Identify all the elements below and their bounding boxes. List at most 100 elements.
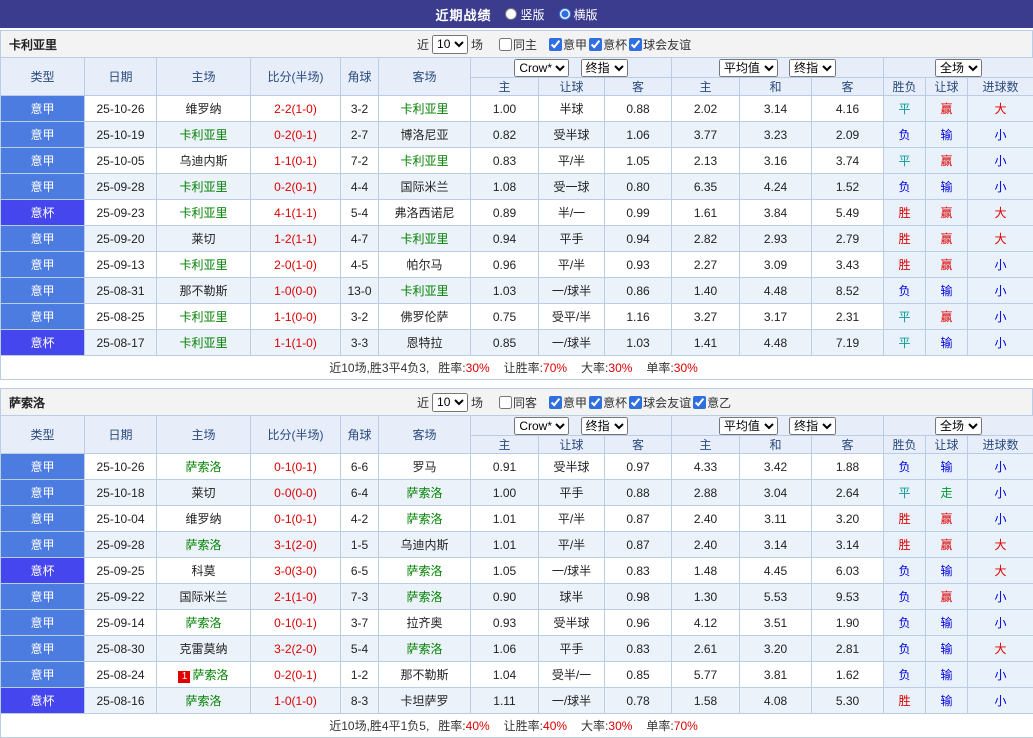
recent-count-select[interactable]: 10: [432, 393, 468, 412]
match-result: 负: [884, 636, 926, 662]
asian-home-odds: 1.05: [471, 558, 539, 584]
corner-score: 13-0: [341, 278, 379, 304]
asian-home-odds: 1.01: [471, 506, 539, 532]
match-result: 负: [884, 454, 926, 480]
euro-away-odds: 9.53: [812, 584, 884, 610]
same-venue-checkbox[interactable]: [499, 38, 512, 51]
euro-away-odds: 7.19: [812, 330, 884, 356]
match-score: 0-1(0-1): [251, 506, 341, 532]
handicap-result: 输: [926, 688, 968, 714]
league-checkbox[interactable]: [589, 38, 602, 51]
match-result: 平: [884, 304, 926, 330]
corner-score: 3-3: [341, 330, 379, 356]
league-filter[interactable]: 意甲: [549, 36, 587, 53]
scope-select-cell: 全场: [884, 58, 1033, 78]
away-team: 那不勒斯: [379, 662, 471, 688]
column-header: 主: [672, 436, 740, 454]
match-row: 意甲25-10-18莱切0-0(0-0)6-4萨索洛1.00平手0.882.88…: [1, 480, 1033, 506]
euro-draw-odds: 4.45: [740, 558, 812, 584]
corner-score: 5-4: [341, 636, 379, 662]
match-row: 意甲25-09-13卡利亚里2-0(1-0)4-5帕尔马0.96平/半0.932…: [1, 252, 1033, 278]
asian-handicap: 平/半: [539, 148, 605, 174]
vertical-layout-label: 竖版: [520, 6, 544, 23]
league-filter[interactable]: 球会友谊: [629, 394, 691, 411]
column-header: 主场: [157, 58, 251, 96]
corner-score: 3-2: [341, 304, 379, 330]
match-result: 负: [884, 122, 926, 148]
asian-away-odds: 0.78: [605, 688, 672, 714]
asian-home-odds: 0.83: [471, 148, 539, 174]
stat-label: 单率:: [646, 719, 673, 733]
league-checkbox[interactable]: [629, 38, 642, 51]
euro-away-odds: 2.64: [812, 480, 884, 506]
summary-stat: 让胜率:70%: [504, 361, 567, 375]
average-stage-select[interactable]: 终指: [789, 417, 836, 435]
euro-away-odds: 1.62: [812, 662, 884, 688]
average-stage-select[interactable]: 终指: [789, 59, 836, 77]
away-team: 萨索洛: [379, 584, 471, 610]
average-select[interactable]: 平均值: [719, 417, 778, 435]
column-header: 主: [672, 78, 740, 96]
match-row: 意甲25-09-28萨索洛3-1(2-0)1-5乌迪内斯1.01平/半0.872…: [1, 532, 1033, 558]
average-select[interactable]: 平均值: [719, 59, 778, 77]
match-score: 1-1(0-1): [251, 148, 341, 174]
euro-draw-odds: 5.53: [740, 584, 812, 610]
column-header: 客场: [379, 416, 471, 454]
layout-option-vertical[interactable]: 竖版: [505, 6, 544, 23]
league-checkbox[interactable]: [589, 396, 602, 409]
euro-odds-selects: 平均值 终指: [672, 416, 884, 436]
column-header: 日期: [85, 58, 157, 96]
asian-home-odds: 1.08: [471, 174, 539, 200]
asian-away-odds: 1.06: [605, 122, 672, 148]
odds-company-select[interactable]: Crow*: [514, 59, 569, 77]
layout-option-horizontal[interactable]: 横版: [559, 6, 598, 23]
league-type-badge: 意甲: [1, 148, 85, 174]
league-filter[interactable]: 意乙: [693, 394, 731, 411]
league-filter[interactable]: 意杯: [589, 36, 627, 53]
horizontal-layout-radio[interactable]: [559, 8, 571, 20]
same-venue-filter[interactable]: 同客: [499, 394, 537, 411]
euro-draw-odds: 3.14: [740, 532, 812, 558]
scope-select[interactable]: 全场: [935, 59, 982, 77]
corner-score: 6-4: [341, 480, 379, 506]
stat-value: 30%: [608, 719, 632, 733]
euro-away-odds: 5.30: [812, 688, 884, 714]
vertical-layout-radio[interactable]: [505, 8, 517, 20]
odds-stage-select[interactable]: 终指: [581, 59, 628, 77]
same-venue-checkbox[interactable]: [499, 396, 512, 409]
asian-home-odds: 1.04: [471, 662, 539, 688]
euro-home-odds: 1.58: [672, 688, 740, 714]
league-type-badge: 意甲: [1, 252, 85, 278]
league-checkbox[interactable]: [549, 396, 562, 409]
same-venue-filter[interactable]: 同主: [499, 36, 537, 53]
match-result: 负: [884, 584, 926, 610]
league-checkbox[interactable]: [549, 38, 562, 51]
match-score: 2-2(1-0): [251, 96, 341, 122]
handicap-result: 赢: [926, 506, 968, 532]
league-checkbox[interactable]: [629, 396, 642, 409]
league-filter[interactable]: 球会友谊: [629, 36, 691, 53]
unit-label: 场: [471, 394, 483, 411]
league-filter[interactable]: 意杯: [589, 394, 627, 411]
match-row: 意杯25-08-16萨索洛1-0(1-0)8-3卡坦萨罗1.11一/球半0.78…: [1, 688, 1033, 714]
league-filter-label: 球会友谊: [643, 394, 691, 411]
match-result: 负: [884, 610, 926, 636]
euro-away-odds: 3.14: [812, 532, 884, 558]
asian-handicap: 平手: [539, 636, 605, 662]
league-type-badge: 意甲: [1, 278, 85, 304]
league-checkbox[interactable]: [693, 396, 706, 409]
match-date: 25-09-25: [85, 558, 157, 584]
corner-score: 1-2: [341, 662, 379, 688]
scope-select[interactable]: 全场: [935, 417, 982, 435]
asian-home-odds: 1.01: [471, 532, 539, 558]
column-header: 比分(半场): [251, 416, 341, 454]
euro-draw-odds: 4.48: [740, 278, 812, 304]
summary-prefix: 近10场,胜4平1负5,: [329, 719, 429, 733]
odds-stage-select[interactable]: 终指: [581, 417, 628, 435]
away-team: 国际米兰: [379, 174, 471, 200]
league-filter[interactable]: 意甲: [549, 394, 587, 411]
corner-score: 6-6: [341, 454, 379, 480]
recent-count-select[interactable]: 10: [432, 35, 468, 54]
asian-away-odds: 0.99: [605, 200, 672, 226]
odds-company-select[interactable]: Crow*: [514, 417, 569, 435]
